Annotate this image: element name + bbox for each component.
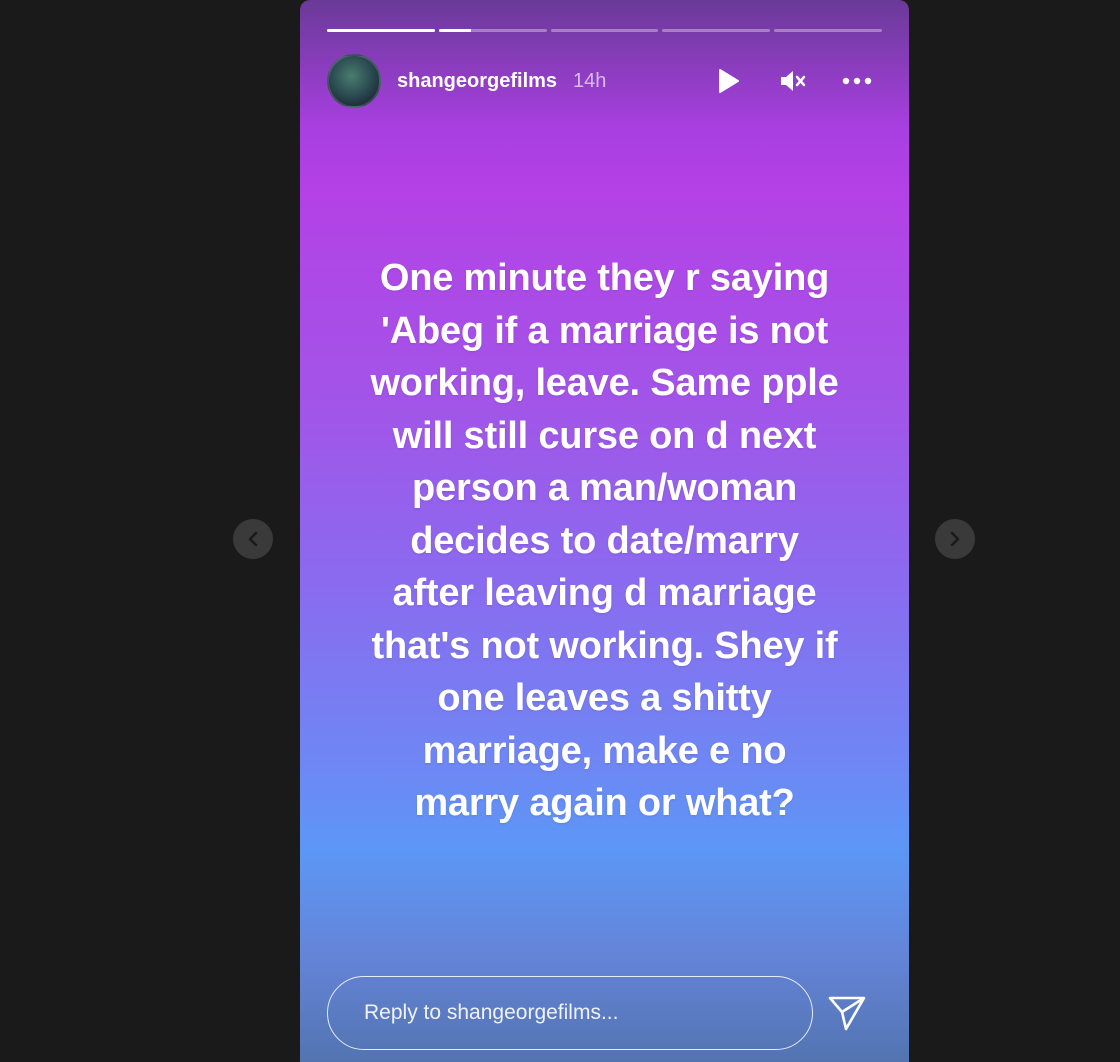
progress-segment bbox=[662, 29, 771, 32]
progress-segment bbox=[550, 29, 659, 32]
more-options-button[interactable] bbox=[842, 66, 872, 96]
send-icon bbox=[828, 996, 866, 1031]
story-viewer: shangeorgefilms 14h One minute they r sa… bbox=[300, 0, 909, 1062]
avatar[interactable] bbox=[327, 54, 381, 108]
progress-segment bbox=[774, 29, 882, 32]
timestamp: 14h bbox=[573, 69, 607, 92]
next-story-button[interactable] bbox=[935, 519, 975, 559]
play-button[interactable] bbox=[714, 66, 744, 96]
progress-segment bbox=[327, 29, 435, 32]
muted-speaker-icon bbox=[781, 71, 806, 91]
story-header: shangeorgefilms 14h bbox=[327, 53, 872, 109]
progress-segment bbox=[438, 29, 547, 32]
username[interactable]: shangeorgefilms bbox=[397, 70, 557, 93]
story-controls bbox=[714, 66, 872, 96]
more-icon bbox=[842, 77, 872, 85]
chevron-right-icon bbox=[950, 531, 960, 547]
chevron-left-icon bbox=[248, 531, 258, 547]
reply-bar bbox=[327, 975, 869, 1051]
mute-button[interactable] bbox=[778, 66, 808, 96]
play-icon bbox=[719, 69, 739, 93]
story-progress bbox=[327, 29, 882, 32]
previous-story-button[interactable] bbox=[233, 519, 273, 559]
send-button[interactable] bbox=[827, 993, 867, 1033]
story-text: One minute they r saying 'Abeg if a marr… bbox=[370, 257, 839, 824]
reply-input[interactable] bbox=[327, 976, 813, 1050]
